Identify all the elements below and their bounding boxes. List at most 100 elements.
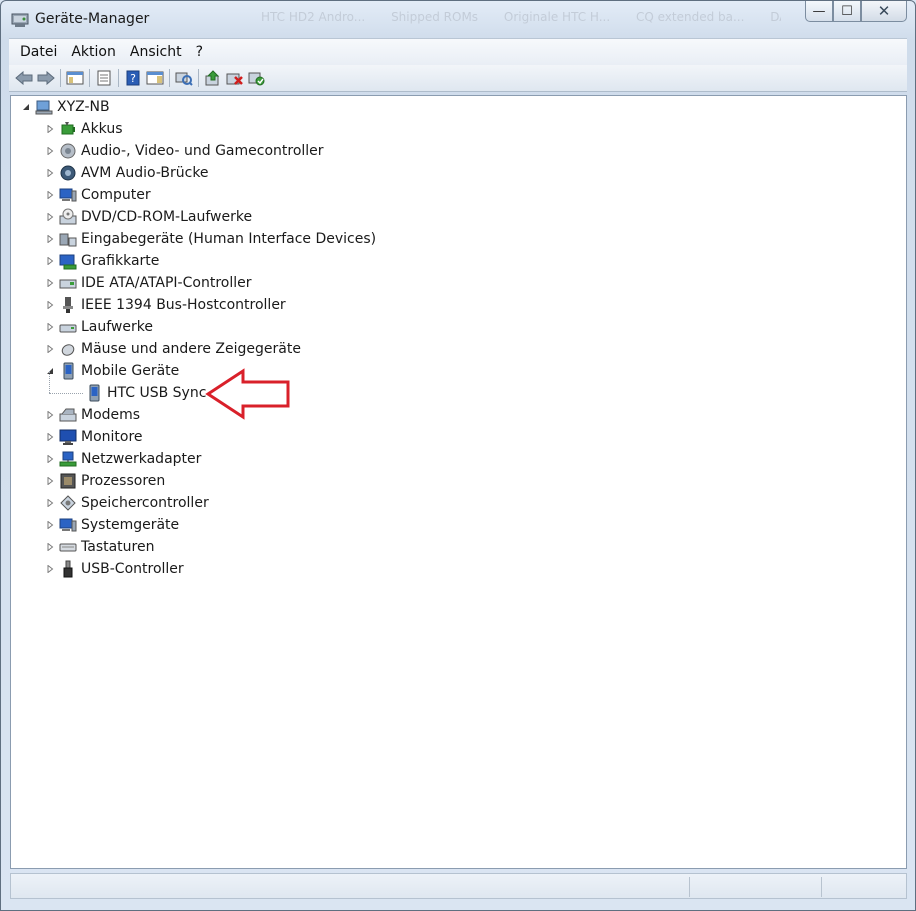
expand-chevron-icon[interactable]: [45, 278, 55, 288]
svg-text:?: ?: [130, 72, 136, 85]
expand-chevron-icon[interactable]: [45, 498, 55, 508]
tree-node[interactable]: Netzwerkadapter: [45, 448, 201, 470]
device-tree-panel[interactable]: XYZ-NB Akkus Audio-, Video- und Gamecontr…: [10, 95, 907, 869]
enable-device-button[interactable]: [246, 68, 268, 88]
uninstall-button[interactable]: [224, 68, 246, 88]
storage-controller-icon: [60, 495, 76, 511]
action-pane-button[interactable]: [144, 68, 166, 88]
tree-child-node[interactable]: HTC USB Sync: [85, 382, 206, 404]
firewire-icon: [63, 297, 73, 313]
expand-chevron-icon[interactable]: [45, 432, 55, 442]
help-button[interactable]: ?: [122, 68, 144, 88]
expand-chevron-icon[interactable]: [45, 300, 55, 310]
collapse-chevron-icon[interactable]: [45, 366, 55, 376]
expand-chevron-icon[interactable]: [45, 564, 55, 574]
menu-help[interactable]: ?: [190, 40, 211, 64]
monitor-icon: [59, 429, 77, 445]
scan-hardware-button[interactable]: [173, 68, 195, 88]
maximize-button[interactable]: ☐: [833, 1, 861, 22]
speaker-icon: [60, 143, 76, 159]
toolbar-separator: [169, 69, 170, 87]
expand-chevron-icon[interactable]: [45, 146, 55, 156]
tree-node-label: Computer: [81, 187, 151, 203]
tree-node[interactable]: Audio-, Video- und Gamecontroller: [45, 140, 324, 162]
expand-chevron-icon[interactable]: [45, 212, 55, 222]
expand-chevron-icon[interactable]: [45, 124, 55, 134]
status-bar: [10, 873, 907, 899]
tree-node[interactable]: Systemgeräte: [45, 514, 179, 536]
tree-node[interactable]: Prozessoren: [45, 470, 165, 492]
tree-node[interactable]: Modems: [45, 404, 140, 426]
forward-icon: [37, 71, 55, 85]
update-driver-button[interactable]: [202, 68, 224, 88]
title-bar[interactable]: Geräte-Manager HTC HD2 Andro... Shipped …: [1, 1, 915, 37]
background-tab: DA9...: [770, 10, 781, 24]
properties-button[interactable]: [93, 68, 115, 88]
tree-node[interactable]: Tastaturen: [45, 536, 154, 558]
tree-node[interactable]: Mobile Geräte: [45, 360, 179, 382]
tree-connector: [49, 393, 83, 394]
expand-chevron-icon[interactable]: [45, 454, 55, 464]
tree-node[interactable]: Laufwerke: [45, 316, 153, 338]
window-title: Geräte-Manager: [35, 11, 150, 27]
menu-ansicht[interactable]: Ansicht: [124, 40, 190, 64]
back-button[interactable]: [13, 68, 35, 88]
forward-button[interactable]: [35, 68, 57, 88]
expand-chevron-icon[interactable]: [45, 476, 55, 486]
tree-node-label: IEEE 1394 Bus-Hostcontroller: [81, 297, 286, 313]
close-icon: ✕: [877, 2, 891, 20]
expand-chevron-icon[interactable]: [45, 542, 55, 552]
menu-datei[interactable]: Datei: [9, 40, 65, 64]
hid-icon: [59, 233, 77, 247]
tree-node[interactable]: Mäuse und andere Zeigegeräte: [45, 338, 301, 360]
update-driver-icon: [205, 70, 220, 86]
tree-node[interactable]: IDE ATA/ATAPI-Controller: [45, 272, 251, 294]
tree-node-label: Eingabegeräte (Human Interface Devices): [81, 231, 377, 247]
menu-aktion[interactable]: Aktion: [65, 40, 124, 64]
tree-node[interactable]: Akkus: [45, 118, 123, 140]
display-adapter-icon: [59, 254, 77, 270]
disk-drive-icon: [59, 324, 77, 333]
tree-node[interactable]: DVD/CD-ROM-Laufwerke: [45, 206, 252, 228]
tree-node-label: Mäuse und andere Zeigegeräte: [81, 341, 301, 357]
expand-chevron-icon[interactable]: [45, 234, 55, 244]
close-button[interactable]: ✕: [861, 1, 907, 22]
expand-chevron-icon[interactable]: [45, 190, 55, 200]
tree-node[interactable]: USB-Controller: [45, 558, 184, 580]
collapse-chevron-icon[interactable]: [21, 102, 31, 112]
tree-node[interactable]: Grafikkarte: [45, 250, 159, 272]
tree-node-label: Modems: [81, 407, 141, 423]
tree-node-label: Speichercontroller: [81, 495, 209, 511]
tree-root[interactable]: XYZ-NB: [21, 96, 110, 118]
tree-node-label: Grafikkarte: [81, 253, 160, 269]
tree-node[interactable]: IEEE 1394 Bus-Hostcontroller: [45, 294, 286, 316]
expand-chevron-icon[interactable]: [45, 322, 55, 332]
help-icon: ?: [126, 70, 140, 86]
background-tab: Originale HTC H...: [503, 10, 611, 24]
expand-chevron-icon[interactable]: [45, 520, 55, 530]
tree-child-label: HTC USB Sync: [107, 385, 207, 401]
tree-node[interactable]: AVM Audio-Brücke: [45, 162, 209, 184]
console-tree-icon: [66, 71, 84, 85]
tree-node[interactable]: Speichercontroller: [45, 492, 209, 514]
tree-node-label: USB-Controller: [81, 561, 184, 577]
mouse-icon: [61, 344, 75, 356]
toolbar-separator: [60, 69, 61, 87]
expand-chevron-icon[interactable]: [45, 168, 55, 178]
tree-node-label: Akkus: [81, 121, 123, 137]
menu-bar: Datei Aktion Ansicht ?: [9, 38, 907, 65]
expand-chevron-icon[interactable]: [45, 256, 55, 266]
tree-node[interactable]: Monitore: [45, 426, 143, 448]
tree-node[interactable]: Computer: [45, 184, 151, 206]
ide-controller-icon: [59, 279, 77, 289]
console-tree-button[interactable]: [64, 68, 86, 88]
tree-node-label: IDE ATA/ATAPI-Controller: [81, 275, 252, 291]
enable-device-icon: [248, 72, 265, 86]
computer-root-icon: [35, 100, 53, 115]
scan-hardware-icon: [175, 72, 193, 86]
expand-chevron-icon[interactable]: [45, 410, 55, 420]
tree-root-label: XYZ-NB: [57, 99, 110, 115]
expand-chevron-icon[interactable]: [45, 344, 55, 354]
minimize-button[interactable]: —: [805, 1, 833, 22]
tree-node[interactable]: Eingabegeräte (Human Interface Devices): [45, 228, 376, 250]
